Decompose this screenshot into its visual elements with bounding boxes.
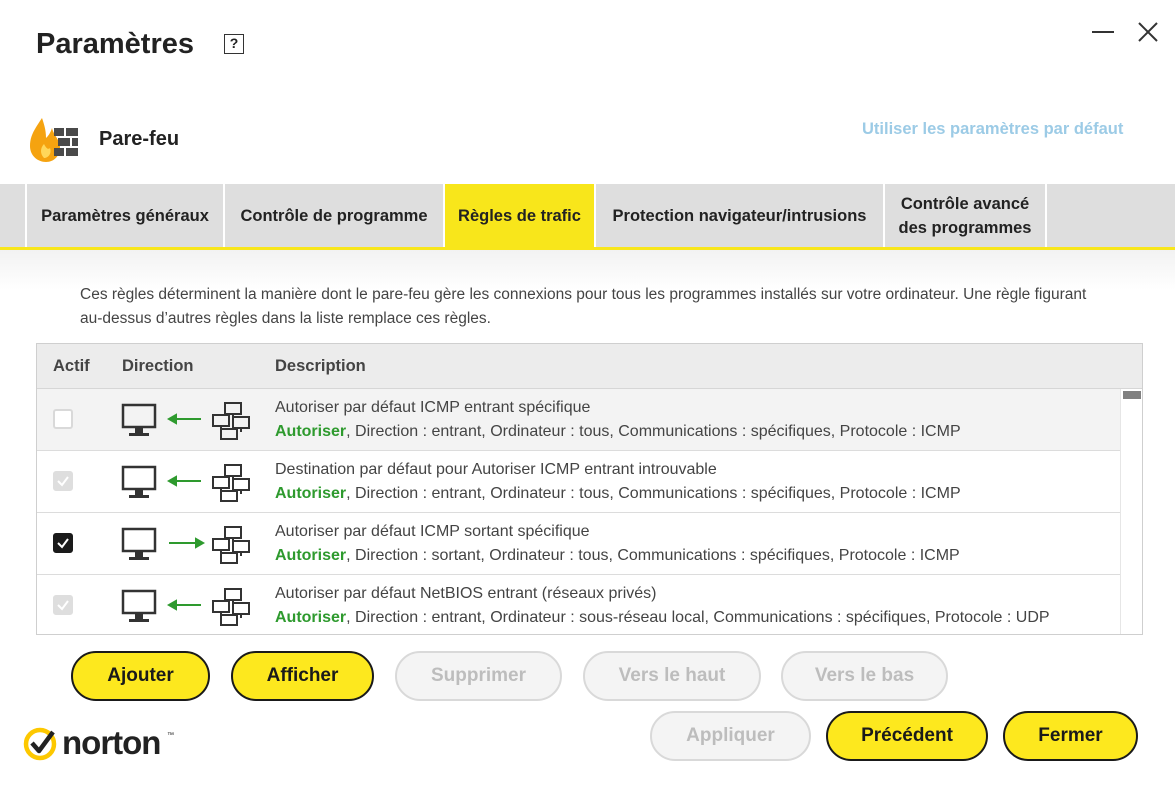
rule-action: Autoriser bbox=[275, 423, 347, 440]
window-title: Paramètres bbox=[36, 28, 194, 60]
tab-general-settings[interactable]: Paramètres généraux bbox=[25, 184, 223, 247]
rule-details-text: , Direction : entrant, Ordinateur : tous… bbox=[346, 485, 961, 502]
arrow-icon bbox=[166, 475, 201, 487]
use-defaults-link[interactable]: Utiliser les paramètres par défaut bbox=[862, 120, 1123, 139]
column-active[interactable]: Actif bbox=[53, 357, 90, 376]
table-row[interactable]: Autoriser par défaut ICMP entrant spécif… bbox=[37, 389, 1120, 451]
previous-button[interactable]: Précédent bbox=[826, 711, 988, 761]
computer-icon bbox=[121, 403, 157, 436]
arrow-icon bbox=[166, 599, 201, 611]
rule-details: Autoriser, Direction : entrant, Ordinate… bbox=[275, 423, 961, 441]
scrollbar-thumb[interactable] bbox=[1123, 391, 1141, 399]
view-button[interactable]: Afficher bbox=[231, 651, 374, 701]
traffic-rules-table: Actif Direction Description Autoriser pa bbox=[36, 343, 1143, 635]
help-icon[interactable]: ? bbox=[224, 34, 244, 54]
checkmark-icon bbox=[57, 600, 69, 611]
rule-title: Destination par défaut pour Autoriser IC… bbox=[275, 461, 717, 478]
table-scrollbar[interactable] bbox=[1120, 389, 1142, 634]
direction-inbound-icon bbox=[121, 402, 250, 440]
rule-details: Autoriser, Direction : entrant, Ordinate… bbox=[275, 485, 961, 503]
tab-advanced-program-control[interactable]: Contrôle avancé des programmes bbox=[883, 184, 1045, 247]
trademark-mark: ™ bbox=[167, 732, 174, 739]
table-row[interactable]: Destination par défaut pour Autoriser IC… bbox=[37, 451, 1120, 513]
section-label: Pare-feu bbox=[99, 128, 180, 150]
norton-check-icon bbox=[23, 727, 57, 761]
add-button[interactable]: Ajouter bbox=[71, 651, 210, 701]
tab-browser-intrusion-protection[interactable]: Protection navigateur/intrusions bbox=[594, 184, 883, 247]
active-checkbox[interactable] bbox=[53, 471, 73, 491]
column-description[interactable]: Description bbox=[275, 357, 366, 376]
rule-action: Autoriser bbox=[275, 485, 347, 502]
computer-icon bbox=[121, 589, 157, 622]
rule-details-text: , Direction : entrant, Ordinateur : tous… bbox=[346, 423, 961, 440]
rule-details: Autoriser, Direction : entrant, Ordinate… bbox=[275, 609, 1050, 627]
table-header: Actif Direction Description bbox=[37, 344, 1142, 389]
rule-title: Autoriser par défaut NetBIOS entrant (ré… bbox=[275, 585, 657, 602]
tab-empty bbox=[1045, 184, 1175, 247]
move-up-button[interactable]: Vers le haut bbox=[583, 651, 761, 701]
active-checkbox[interactable] bbox=[53, 595, 73, 615]
network-icon bbox=[212, 402, 250, 440]
column-direction[interactable]: Direction bbox=[122, 357, 194, 376]
table-row[interactable]: Autoriser par défaut NetBIOS entrant (ré… bbox=[37, 575, 1120, 634]
network-icon bbox=[212, 464, 250, 502]
rule-action: Autoriser bbox=[275, 547, 347, 564]
tab-bar: Paramètres généraux Contrôle de programm… bbox=[0, 184, 1175, 250]
checkmark-icon bbox=[57, 538, 69, 549]
tab-traffic-rules[interactable]: Règles de trafic bbox=[443, 184, 594, 247]
rule-action: Autoriser bbox=[275, 609, 347, 626]
tab-program-control[interactable]: Contrôle de programme bbox=[223, 184, 443, 247]
arrow-icon bbox=[169, 537, 206, 549]
apply-button[interactable]: Appliquer bbox=[650, 711, 811, 761]
table-row[interactable]: Autoriser par défaut ICMP sortant spécif… bbox=[37, 513, 1120, 575]
rule-details-text: , Direction : entrant, Ordinateur : sous… bbox=[346, 609, 1050, 626]
arrow-icon bbox=[166, 413, 201, 425]
direction-outbound-icon bbox=[121, 526, 250, 564]
direction-inbound-icon bbox=[121, 464, 250, 502]
move-down-button[interactable]: Vers le bas bbox=[781, 651, 948, 701]
network-icon bbox=[212, 526, 250, 564]
rules-description: Ces règles déterminent la manière dont l… bbox=[80, 286, 1087, 327]
network-icon bbox=[212, 588, 250, 626]
rule-details-text: , Direction : sortant, Ordinateur : tous… bbox=[346, 547, 960, 564]
active-checkbox[interactable] bbox=[53, 409, 73, 429]
minimize-icon[interactable] bbox=[1090, 18, 1118, 46]
direction-inbound-icon bbox=[121, 588, 250, 626]
rule-title: Autoriser par défaut ICMP entrant spécif… bbox=[275, 399, 591, 416]
computer-icon bbox=[121, 465, 157, 498]
close-icon[interactable] bbox=[1134, 18, 1162, 46]
delete-button[interactable]: Supprimer bbox=[395, 651, 562, 701]
close-button[interactable]: Fermer bbox=[1003, 711, 1138, 761]
active-checkbox[interactable] bbox=[53, 533, 73, 553]
norton-brand-text: norton bbox=[62, 724, 161, 761]
rule-details: Autoriser, Direction : sortant, Ordinate… bbox=[275, 547, 960, 565]
computer-icon bbox=[121, 527, 157, 560]
rule-title: Autoriser par défaut ICMP sortant spécif… bbox=[275, 523, 590, 540]
firewall-icon bbox=[30, 118, 78, 162]
checkmark-icon bbox=[57, 476, 69, 487]
